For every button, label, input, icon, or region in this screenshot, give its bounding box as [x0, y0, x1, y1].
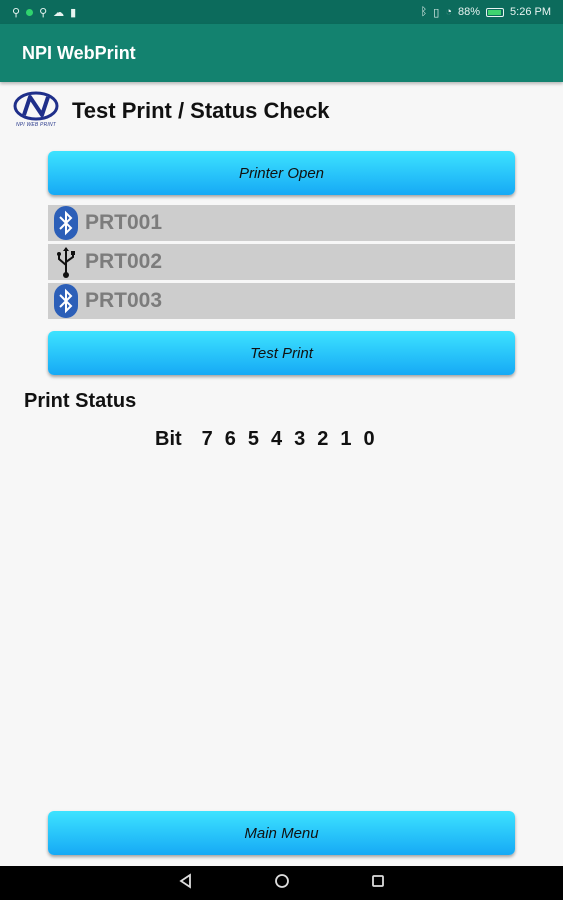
printer-open-button[interactable]: Printer Open [48, 151, 515, 195]
navigation-bar [0, 866, 563, 900]
bit-value: 2 [317, 428, 329, 450]
bit-value: 6 [224, 428, 236, 450]
clock: 5:26 PM [510, 6, 551, 18]
battery-percent: 88% [458, 6, 481, 18]
app-notification-icon [26, 8, 34, 16]
wifi-icon: ◔ [445, 6, 452, 18]
bluetooth-status-icon: ᛒ [420, 6, 428, 18]
bit-value: 0 [363, 428, 375, 450]
print-status-title: Print Status [24, 390, 137, 412]
usb-icon [52, 245, 80, 279]
bit-value: 1 [340, 428, 352, 450]
recents-icon[interactable] [370, 873, 386, 894]
home-icon[interactable] [274, 873, 290, 894]
app-bar: NPI WebPrint [0, 24, 563, 82]
printer-list: PRT001 PRT002 PRT003 [48, 205, 515, 322]
printer-label: PRT003 [85, 289, 163, 312]
printer-item-prt001[interactable]: PRT001 [48, 205, 515, 241]
printer-item-prt002[interactable]: PRT002 [48, 244, 515, 280]
test-print-button[interactable]: Test Print [48, 331, 515, 375]
bluetooth-icon [52, 284, 80, 318]
printer-item-prt003[interactable]: PRT003 [48, 283, 515, 319]
bluetooth-icon [52, 206, 80, 240]
battery-icon [486, 7, 505, 17]
main-menu-button[interactable]: Main Menu [48, 811, 515, 855]
bit-value: 5 [247, 428, 260, 450]
status-bar: ⚲ ⚲ ☁ ▮ ᛒ ▯ ◔ 88% 5:26 PM [0, 0, 563, 24]
page-header: NPI WEB PRINT Test Print / Status Check [12, 90, 330, 132]
back-icon[interactable] [178, 872, 194, 894]
system-icons: ᛒ ▯ ◔ 88% 5:26 PM [421, 6, 551, 19]
npi-logo: NPI WEB PRINT [12, 91, 60, 131]
usb-notification-icon: ⚲ [12, 6, 21, 19]
bit-label: Bit [155, 428, 182, 450]
logo-text: NPI WEB PRINT [15, 122, 57, 128]
app-title: NPI WebPrint [22, 42, 136, 63]
npi-logo-mark [13, 91, 59, 121]
notification-icons: ⚲ ⚲ ☁ ▮ [12, 6, 76, 19]
bit-value: 7 [201, 428, 213, 450]
vibrate-icon: ▯ [433, 6, 440, 19]
bit-value: 3 [294, 428, 306, 450]
bit-value: 4 [271, 428, 283, 450]
page-title: Test Print / Status Check [72, 98, 330, 123]
cloud-icon: ☁ [53, 6, 65, 19]
sim-icon: ▮ [70, 6, 77, 19]
printer-label: PRT001 [85, 211, 163, 234]
bits-row: Bit 7 6 5 4 3 2 1 0 [155, 428, 375, 451]
usb-notification-icon-2: ⚲ [39, 6, 48, 19]
printer-label: PRT002 [85, 250, 163, 273]
